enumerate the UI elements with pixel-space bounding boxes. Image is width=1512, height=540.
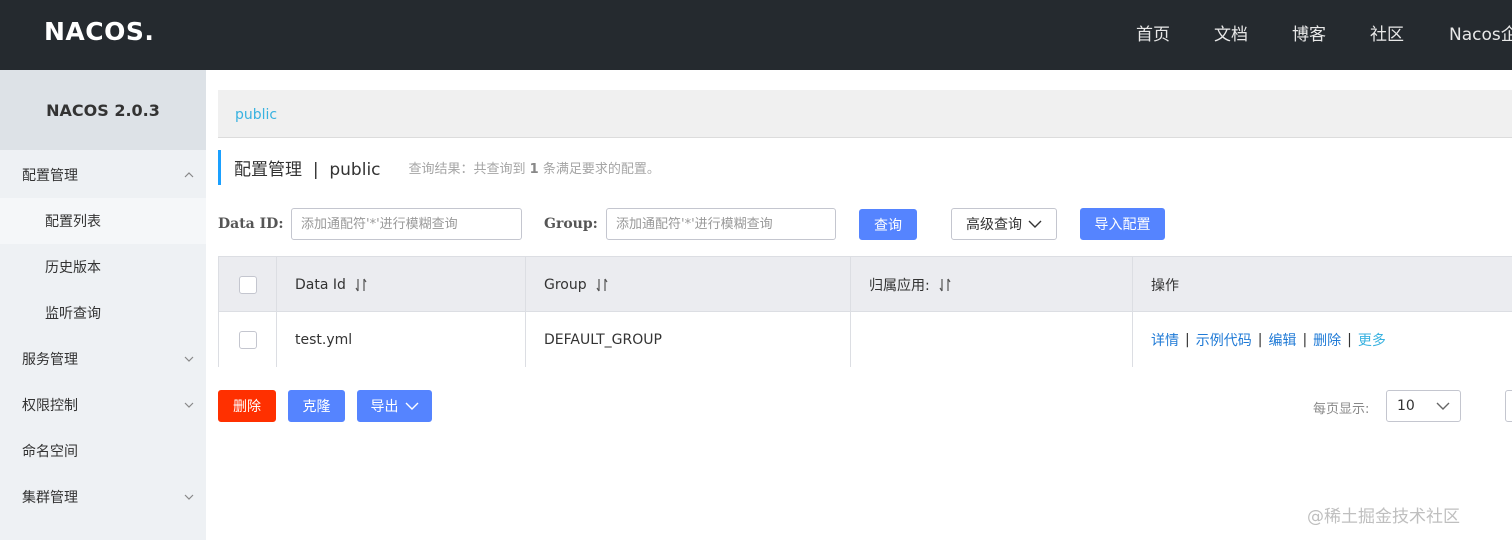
sidebar-item-label: 历史版本	[45, 260, 101, 276]
sidebar-item-label: 集群管理	[22, 490, 78, 506]
column-header-label: Group	[544, 276, 587, 293]
top-header: NACOS. 首页 文档 博客 社区 Nacos企	[0, 0, 1512, 70]
advanced-query-button[interactable]: 高级查询	[951, 208, 1057, 240]
nav-enterprise[interactable]: Nacos企	[1449, 20, 1512, 45]
clone-label: 克隆	[302, 399, 331, 415]
chevron-down-icon	[184, 494, 194, 500]
title-namespace: public	[329, 160, 381, 180]
sample-code-link[interactable]: 示例代码	[1196, 330, 1252, 350]
table-row: test.yml DEFAULT_GROUP 详情 | 示例代码 | 编辑 | 删除 |…	[219, 312, 1512, 367]
column-header-label: 归属应用:	[869, 277, 930, 294]
sort-icon[interactable]	[596, 278, 608, 292]
chevron-down-icon	[184, 402, 194, 408]
header-checkbox-cell	[219, 257, 277, 312]
page-size-select[interactable]: 10	[1386, 390, 1461, 422]
page-title: 配置管理 | public	[234, 155, 381, 180]
cell-actions: 详情 | 示例代码 | 编辑 | 删除 | 更多	[1133, 312, 1512, 367]
nav-community[interactable]: 社区	[1370, 20, 1404, 45]
export-label: 导出	[370, 399, 399, 415]
sort-icon[interactable]	[355, 278, 367, 292]
column-header-group[interactable]: Group	[526, 257, 851, 312]
nacos-logo[interactable]: NACOS.	[44, 16, 154, 46]
column-header-label: Data Id	[295, 276, 346, 293]
watermark: @稀土掘金技术社区	[1307, 507, 1460, 527]
bulk-delete-button[interactable]: 删除	[218, 390, 276, 422]
page-size-value: 10	[1397, 398, 1415, 414]
advanced-query-label: 高级查询	[966, 217, 1022, 233]
sidebar-item-service-management[interactable]: 服务管理	[0, 336, 206, 382]
group-label: Group:	[544, 216, 598, 232]
clone-button[interactable]: 克隆	[288, 390, 345, 422]
query-result-text: 查询结果：共查询到 1 条满足要求的配置。	[409, 158, 660, 177]
version-label: NACOS 2.0.3	[46, 100, 160, 120]
sidebar-item-label: 权限控制	[22, 398, 78, 414]
sort-icon[interactable]	[939, 278, 951, 292]
version-header: NACOS 2.0.3	[0, 70, 206, 150]
dataid-label: Data ID:	[218, 216, 284, 232]
delete-link[interactable]: 删除	[1313, 330, 1341, 350]
select-all-checkbox[interactable]	[238, 275, 257, 294]
result-prefix: 查询结果：共查询到	[408, 162, 526, 177]
namespace-bar: public	[218, 90, 1512, 138]
sidebar-item-label: 服务管理	[22, 352, 78, 368]
page-size-label: 每页显示:	[1313, 402, 1370, 417]
import-config-button[interactable]: 导入配置	[1080, 208, 1165, 240]
result-count: 1	[529, 162, 539, 177]
row-checkbox-cell	[219, 312, 277, 367]
column-header-label: 操作	[1151, 277, 1179, 294]
config-table: Data Id Group 归属应用: 操作 test.yml DEFAULT_…	[218, 256, 1512, 367]
sidebar-item-label: 配置列表	[45, 214, 101, 230]
group-search-input[interactable]	[606, 208, 836, 240]
nav-home[interactable]: 首页	[1136, 20, 1170, 45]
sidebar-item-label: 命名空间	[22, 444, 78, 460]
cell-app	[851, 312, 1133, 367]
sidebar-item-namespace[interactable]: 命名空间	[0, 428, 206, 474]
pagination-control[interactable]	[1505, 390, 1512, 422]
table-header: Data Id Group 归属应用: 操作	[219, 257, 1512, 312]
details-link[interactable]: 详情	[1151, 330, 1179, 350]
cell-dataid: test.yml	[277, 312, 526, 367]
sidebar-item-config-list[interactable]: 配置列表	[0, 198, 206, 244]
chevron-down-icon	[184, 356, 194, 362]
chevron-down-icon	[1028, 220, 1042, 228]
sidebar-item-listener-query[interactable]: 监听查询	[0, 290, 206, 336]
sidebar-item-cluster-management[interactable]: 集群管理	[0, 474, 206, 520]
sidebar-item-label: 配置管理	[22, 168, 78, 184]
sidebar-item-label: 监听查询	[45, 306, 101, 322]
bulk-delete-label: 删除	[233, 399, 261, 415]
title-divider: |	[312, 160, 319, 180]
edit-link[interactable]: 编辑	[1268, 330, 1296, 350]
separator: |	[1257, 331, 1263, 348]
chevron-up-icon	[184, 172, 194, 178]
dataid-search-input[interactable]	[291, 208, 522, 240]
namespace-link-public[interactable]: public	[235, 107, 277, 123]
import-config-label: 导入配置	[1094, 217, 1151, 233]
page-title-text: 配置管理	[234, 160, 302, 180]
search-button[interactable]: 查询	[859, 209, 917, 240]
column-header-actions: 操作	[1133, 257, 1512, 312]
more-link[interactable]: 更多	[1358, 330, 1386, 350]
column-header-app[interactable]: 归属应用:	[851, 257, 1133, 312]
separator: |	[1302, 331, 1308, 348]
search-button-label: 查询	[874, 217, 902, 234]
column-header-dataid[interactable]: Data Id	[277, 257, 526, 312]
page-title-row: 配置管理 | public 查询结果：共查询到 1 条满足要求的配置。	[218, 150, 660, 185]
sidebar-item-config-management[interactable]: 配置管理	[0, 152, 206, 198]
sidebar-item-access-control[interactable]: 权限控制	[0, 382, 206, 428]
row-checkbox[interactable]	[238, 330, 257, 349]
separator: |	[1185, 331, 1190, 348]
separator: |	[1347, 331, 1352, 348]
export-button[interactable]: 导出	[357, 390, 432, 422]
chevron-down-icon	[405, 402, 418, 410]
chevron-down-icon	[1436, 402, 1450, 410]
result-suffix: 条满足要求的配置。	[542, 162, 660, 177]
sidebar: NACOS 2.0.3 配置管理 配置列表 历史版本 监听查询 服务管理 权限控…	[0, 70, 206, 540]
nav-blog[interactable]: 博客	[1292, 20, 1326, 45]
nav-docs[interactable]: 文档	[1214, 20, 1248, 45]
sidebar-item-history[interactable]: 历史版本	[0, 244, 206, 290]
cell-group: DEFAULT_GROUP	[526, 312, 851, 367]
